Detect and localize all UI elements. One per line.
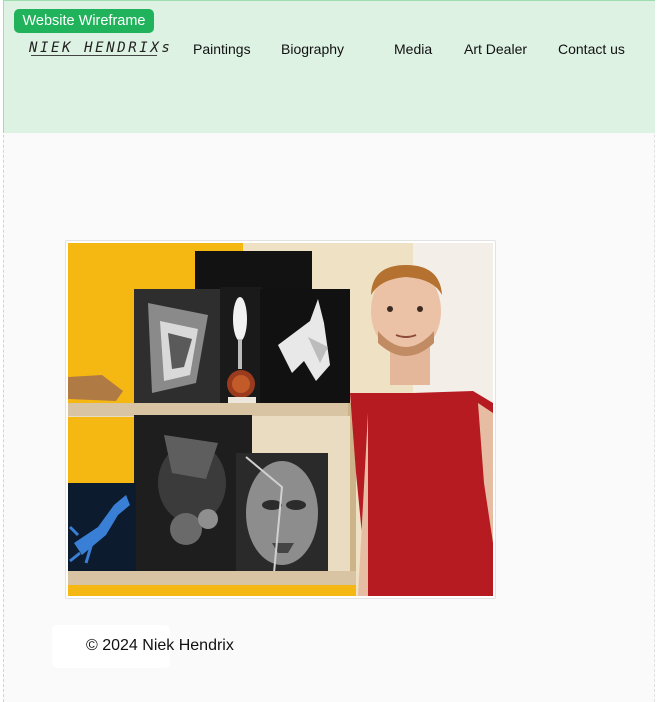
logo-underline [31, 55, 157, 56]
site-logo[interactable]: NIEK HENDRIXs [29, 40, 172, 56]
site-header: Website Wireframe NIEK HENDRIXs Painting… [3, 0, 655, 133]
artist-photo-illustration [68, 243, 493, 596]
wireframe-badge: Website Wireframe [14, 9, 154, 33]
nav-item-media[interactable]: Media [394, 41, 432, 57]
hero-image-card [65, 240, 496, 599]
nav-item-paintings[interactable]: Paintings [193, 41, 251, 57]
nav-item-biography[interactable]: Biography [281, 41, 344, 57]
nav-item-contact-us[interactable]: Contact us [558, 41, 625, 57]
nav-item-art-dealer[interactable]: Art Dealer [464, 41, 527, 57]
footer-copyright: © 2024 Niek Hendrix [86, 637, 234, 654]
artist-photo [68, 243, 493, 596]
